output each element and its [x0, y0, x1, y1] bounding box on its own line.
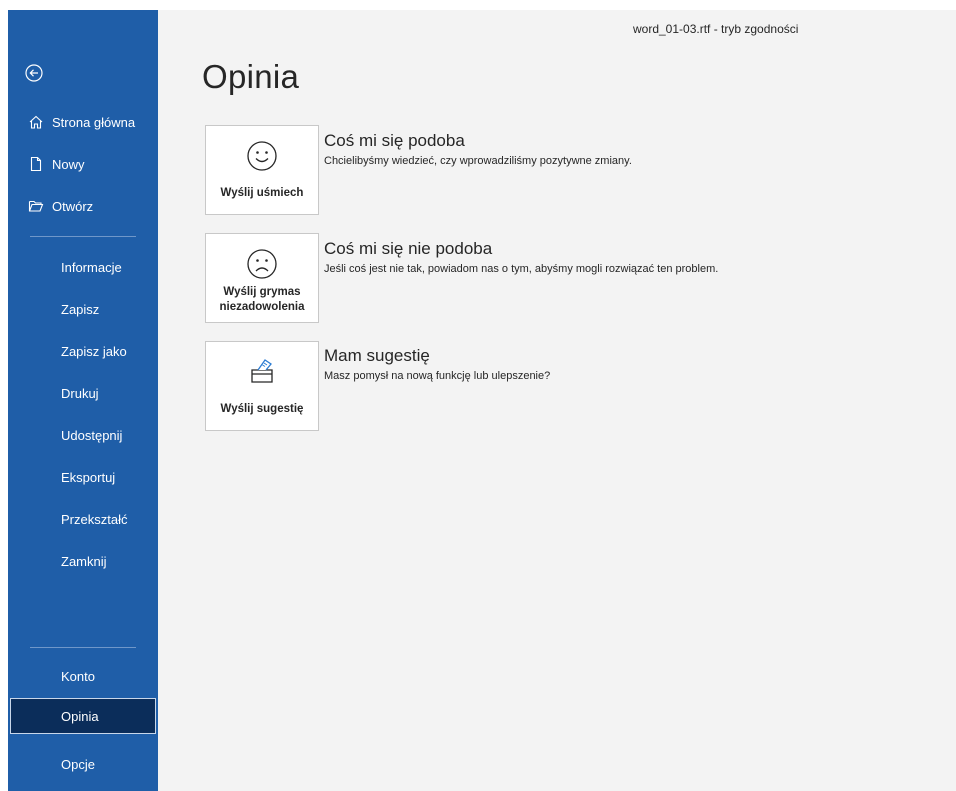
- sidebar-item-label: Zapisz jako: [61, 343, 127, 359]
- new-document-icon: [27, 155, 45, 173]
- option-title: Coś mi się podoba: [324, 131, 465, 150]
- feedback-option-dislike: Coś mi się nie podoba Jeśli coś jest nie…: [324, 239, 718, 275]
- sidebar-item-label: Strona główna: [52, 114, 136, 130]
- backstage-sidebar: Strona główna Nowy Otwórz Informacje Zap…: [8, 10, 158, 791]
- sidebar-item-open[interactable]: Otwórz: [8, 188, 158, 224]
- sidebar-item-export[interactable]: Eksportuj: [8, 459, 158, 495]
- sidebar-item-transform[interactable]: Przekształć: [8, 501, 158, 537]
- option-title: Coś mi się nie podoba: [324, 239, 493, 258]
- page-title: Opinia: [202, 58, 300, 95]
- sidebar-item-home[interactable]: Strona główna: [8, 104, 158, 140]
- sidebar-divider: [30, 647, 136, 648]
- sidebar-item-label: Nowy: [52, 156, 85, 172]
- option-title: Mam sugestię: [324, 346, 430, 365]
- sidebar-item-feedback[interactable]: Opinia: [10, 698, 156, 734]
- sidebar-item-print[interactable]: Drukuj: [8, 375, 158, 411]
- send-frown-button[interactable]: Wyślij grymas niezadowolenia: [205, 233, 319, 323]
- open-folder-icon: [27, 197, 45, 215]
- sidebar-item-share[interactable]: Udostępnij: [8, 417, 158, 453]
- backstage-view: Strona główna Nowy Otwórz Informacje Zap…: [8, 10, 956, 791]
- sidebar-item-options[interactable]: Opcje: [8, 746, 158, 782]
- document-title: word_01-03.rtf - tryb zgodności: [633, 22, 799, 36]
- send-smile-label: Wyślij uśmiech: [220, 187, 304, 199]
- feedback-option-suggestion: Mam sugestię Masz pomysł na nową funkcję…: [324, 346, 550, 382]
- option-description: Chcielibyśmy wiedzieć, czy wprowadziliśm…: [324, 155, 632, 167]
- send-suggestion-label: Wyślij sugestię: [220, 403, 304, 415]
- feedback-option-like: Coś mi się podoba Chcielibyśmy wiedzieć,…: [324, 131, 632, 167]
- sidebar-item-label: Otwórz: [52, 198, 94, 214]
- sidebar-item-label: Opinia: [61, 708, 99, 724]
- sidebar-item-save-as[interactable]: Zapisz jako: [8, 333, 158, 369]
- option-description: Jeśli coś jest nie tak, powiadom nas o t…: [324, 263, 719, 275]
- sidebar-divider: [30, 236, 136, 237]
- sidebar-item-account[interactable]: Konto: [8, 658, 158, 694]
- feedback-pane: word_01-03.rtf - tryb zgodności Opinia W…: [158, 10, 956, 791]
- sidebar-item-save[interactable]: Zapisz: [8, 291, 158, 327]
- send-suggestion-button[interactable]: Wyślij sugestię: [205, 341, 319, 431]
- back-button[interactable]: [25, 64, 43, 82]
- sidebar-item-label: Zapisz: [61, 301, 100, 317]
- send-frown-label-line2: niezadowolenia: [219, 301, 305, 313]
- smile-icon: [247, 141, 277, 171]
- sidebar-item-label: Udostępnij: [61, 427, 123, 443]
- sidebar-item-label: Eksportuj: [61, 469, 116, 485]
- sidebar-item-label: Zamknij: [61, 553, 107, 569]
- sidebar-item-close[interactable]: Zamknij: [8, 543, 158, 579]
- back-arrow-icon: [25, 64, 43, 82]
- sidebar-item-label: Opcje: [61, 756, 95, 772]
- sidebar-item-label: Przekształć: [61, 511, 128, 527]
- suggestion-box-icon: [251, 359, 273, 383]
- send-smile-button[interactable]: Wyślij uśmiech: [205, 125, 319, 215]
- option-description: Masz pomysł na nową funkcję lub ulepszen…: [324, 370, 551, 382]
- sidebar-item-label: Konto: [61, 668, 95, 684]
- sidebar-item-info[interactable]: Informacje: [8, 249, 158, 285]
- sidebar-item-label: Drukuj: [61, 385, 99, 401]
- sidebar-item-label: Informacje: [61, 259, 122, 275]
- sidebar-item-new[interactable]: Nowy: [8, 146, 158, 182]
- frown-icon: [247, 249, 277, 279]
- send-frown-label-line1: Wyślij grymas: [223, 286, 301, 298]
- home-icon: [27, 113, 45, 131]
